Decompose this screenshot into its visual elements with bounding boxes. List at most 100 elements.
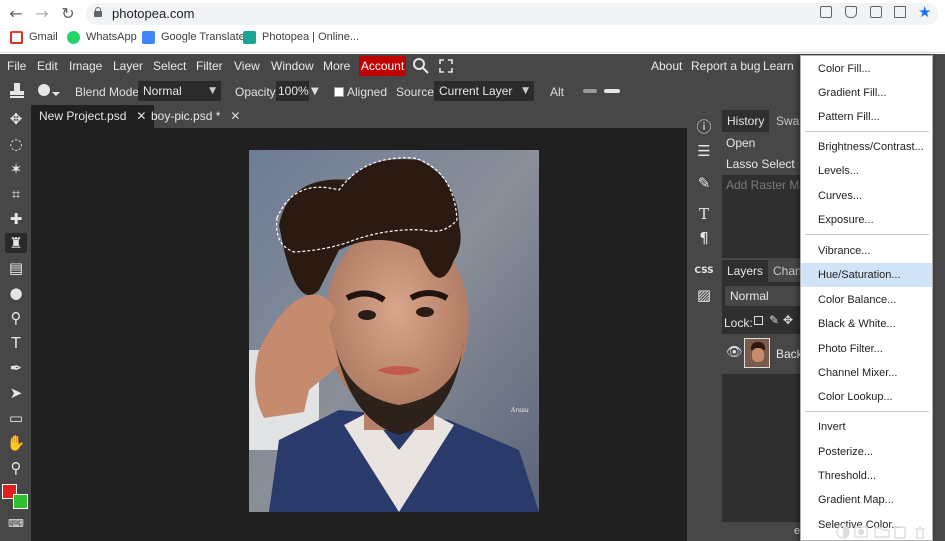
menu-filter[interactable]: Filter [196,59,223,73]
opacity-input[interactable]: 100% [276,81,309,101]
brush-preset-icon[interactable] [36,82,62,100]
menu-select[interactable]: Select [153,59,186,73]
menu-color-lookup[interactable]: Color Lookup... [801,385,932,409]
menu-window[interactable]: Window [271,59,314,73]
opacity-dropdown-icon[interactable]: ▼ [311,86,319,97]
menu-more[interactable]: More [323,59,350,73]
gradient-tool-icon[interactable]: ▤ [5,258,27,278]
tab-boy-pic[interactable]: boy-pic.psd * ✕ [143,105,248,128]
chevron-down-icon: ▼ [522,86,529,96]
menu-learn[interactable]: Learn [763,59,794,73]
tab-history[interactable]: History [722,110,770,132]
menu-levels[interactable]: Levels... [801,159,932,183]
properties-icon[interactable]: ☰ [693,140,715,162]
install-app-icon[interactable] [845,6,857,18]
crop-tool-icon[interactable]: ⌗ [5,184,27,204]
page-icon[interactable] [870,6,882,18]
menu-color-balance[interactable]: Color Balance... [801,288,932,312]
bookmark-gmail[interactable]: Gmail [29,31,58,43]
menu-vibrance[interactable]: Vibrance... [801,239,932,263]
back-arrow-icon[interactable]: ← [6,4,26,24]
bookmark-photopea[interactable]: Photopea | Online... [262,31,359,43]
menu-image[interactable]: Image [69,59,102,73]
menu-report-bug[interactable]: Report a bug [691,59,760,73]
magic-wand-tool-icon[interactable]: ✶ [5,159,27,179]
menu-photo-filter[interactable]: Photo Filter... [801,337,932,361]
address-bar[interactable] [86,3,938,25]
tab-search-icon[interactable] [820,6,832,18]
menu-threshold[interactable]: Threshold... [801,464,932,488]
canvas-image[interactable]: Arasu [249,150,539,512]
tab-layers[interactable]: Layers [722,260,769,282]
new-layer-icon [894,526,906,539]
keyboard-icon[interactable]: ⌨ [5,514,27,534]
bookmark-star-icon[interactable]: ★ [918,3,931,21]
forward-arrow-icon[interactable]: → [32,4,52,24]
portrait-photo: Arasu [249,150,539,512]
lock-position-icon[interactable]: ✥ [783,313,793,327]
bookmark-google-translate[interactable]: Google Translate [161,31,245,43]
eye-icon[interactable]: 👁 [726,345,743,360]
menu-black-white[interactable]: Black & White... [801,312,932,336]
lock-pixels-icon[interactable]: ✎ [769,313,779,327]
aligned-checkbox[interactable] [334,87,344,97]
character-icon[interactable]: T [693,203,715,225]
menu-hue-saturation[interactable]: Hue/Saturation... [801,263,932,287]
background-color-swatch[interactable] [13,494,28,509]
rectangle-tool-icon[interactable]: ▭ [5,408,27,428]
spot-healing-tool-icon[interactable]: ✚ [5,209,27,229]
menu-pattern-fill[interactable]: Pattern Fill... [801,105,932,129]
image-icon[interactable]: ▨ [693,284,715,306]
tools-panel: ✥ ◌ ✶ ⌗ ✚ ♜ ▤ ● ⚲ T ✒ ➤ ▭ ✋ ⚲ ⌨ [0,104,31,541]
adjustment-layer-menu: Color Fill... Gradient Fill... Pattern F… [800,55,933,541]
search-icon[interactable] [412,57,429,75]
zoom-tool-icon[interactable]: ⚲ [5,458,27,478]
clone-stamp-icon[interactable] [8,82,26,100]
menu-view[interactable]: View [234,59,260,73]
lasso-tool-icon[interactable]: ◌ [5,134,27,154]
close-icon[interactable]: ✕ [230,109,240,123]
reload-icon[interactable]: ↻ [58,4,78,24]
fullscreen-icon[interactable] [439,59,453,73]
hand-tool-icon[interactable]: ✋ [5,433,27,453]
layer-blend-value: Normal [730,289,769,303]
tab-new-project[interactable]: New Project.psd ✕ [31,105,155,128]
type-tool-icon[interactable]: T [5,333,27,353]
menu-channel-mixer[interactable]: Channel Mixer... [801,361,932,385]
document-area: New Project.psd ✕ boy-pic.psd * ✕ Arasu [31,104,687,541]
menu-curves[interactable]: Curves... [801,184,932,208]
paragraph-icon[interactable]: ¶ [693,227,715,249]
menu-edit[interactable]: Edit [37,59,58,73]
dodge-tool-icon[interactable]: ⚲ [5,308,27,328]
blend-mode-label: Blend Mode: [75,85,143,99]
clone-stamp-tool-icon[interactable]: ♜ [5,233,27,253]
layer-name[interactable]: Back [776,347,803,361]
photopea-icon [243,31,256,44]
menu-exposure[interactable]: Exposure... [801,208,932,232]
menu-brightness-contrast[interactable]: Brightness/Contrast... [801,135,932,159]
menu-layer[interactable]: Layer [113,59,143,73]
toggle-sample-icon[interactable] [582,86,622,96]
path-select-tool-icon[interactable]: ➤ [5,383,27,403]
menu-posterize[interactable]: Posterize... [801,440,932,464]
pen-tool-icon[interactable]: ✒ [5,358,27,378]
bookmark-whatsapp[interactable]: WhatsApp [86,31,137,43]
share-icon[interactable] [894,6,906,18]
menu-gradient-fill[interactable]: Gradient Fill... [801,81,932,105]
source-select[interactable]: Current Layer ▼ [434,81,534,101]
lock-transparency-icon[interactable] [754,316,763,325]
menu-invert[interactable]: Invert [801,415,932,439]
info-icon[interactable]: ⓘ [693,116,715,138]
account-button[interactable]: Account [359,56,406,76]
blend-mode-select[interactable]: Normal ▼ [138,81,221,101]
css-icon[interactable]: CSS [693,260,715,282]
menu-color-fill[interactable]: Color Fill... [801,57,932,81]
brush-icon[interactable]: ✎ [693,172,715,194]
url-text[interactable]: photopea.com [112,6,194,21]
blur-tool-icon[interactable]: ● [5,283,27,303]
menu-file[interactable]: File [7,59,26,73]
menu-gradient-map[interactable]: Gradient Map... [801,488,932,512]
move-tool-icon[interactable]: ✥ [5,109,27,129]
panel-scrollbar[interactable] [933,54,945,541]
menu-about[interactable]: About [651,59,682,73]
